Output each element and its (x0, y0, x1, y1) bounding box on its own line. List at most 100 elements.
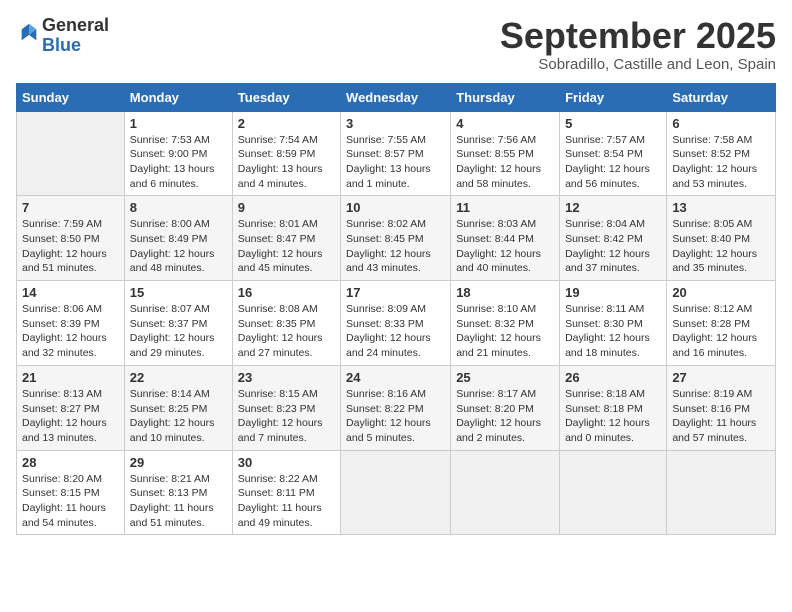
day-number: 10 (346, 200, 445, 215)
day-info: Sunrise: 8:14 AM Sunset: 8:25 PM Dayligh… (130, 387, 227, 446)
day-cell: 5Sunrise: 7:57 AM Sunset: 8:54 PM Daylig… (560, 111, 667, 196)
day-number: 11 (456, 200, 554, 215)
day-number: 9 (238, 200, 335, 215)
header-cell-sunday: Sunday (17, 83, 125, 111)
day-number: 26 (565, 370, 661, 385)
day-info: Sunrise: 8:02 AM Sunset: 8:45 PM Dayligh… (346, 217, 445, 276)
day-cell: 20Sunrise: 8:12 AM Sunset: 8:28 PM Dayli… (667, 281, 776, 366)
day-info: Sunrise: 7:53 AM Sunset: 9:00 PM Dayligh… (130, 133, 227, 192)
day-info: Sunrise: 8:09 AM Sunset: 8:33 PM Dayligh… (346, 302, 445, 361)
day-cell: 13 Sunrise: 8:05 AM Sunset: 8:40 PM Dayli… (667, 196, 776, 281)
day-cell: 10 Sunrise: 8:02 AM Sunset: 8:45 PM Dayli… (341, 196, 451, 281)
header-row: SundayMondayTuesdayWednesdayThursdayFrid… (17, 83, 776, 111)
day-cell: 29Sunrise: 8:21 AM Sunset: 8:13 PM Dayli… (124, 450, 232, 535)
title-area: September 2025 Sobradillo, Castille and … (500, 16, 776, 73)
day-info: Sunrise: 7:54 AM Sunset: 8:59 PM Dayligh… (238, 133, 335, 192)
day-cell: 27Sunrise: 8:19 AM Sunset: 8:16 PM Dayli… (667, 365, 776, 450)
day-number: 21 (22, 370, 119, 385)
day-number: 13 (672, 200, 770, 215)
logo: General Blue (16, 16, 109, 56)
day-number: 5 (565, 116, 661, 131)
day-number: 14 (22, 285, 119, 300)
day-number: 15 (130, 285, 227, 300)
day-cell: 8Sunrise: 8:00 AM Sunset: 8:49 PM Daylig… (124, 196, 232, 281)
day-cell: 2 Sunrise: 7:54 AM Sunset: 8:59 PM Daylig… (232, 111, 340, 196)
day-info: Sunrise: 8:05 AM Sunset: 8:40 PM Dayligh… (672, 217, 770, 276)
day-cell: 24 Sunrise: 8:16 AM Sunset: 8:22 PM Dayli… (341, 365, 451, 450)
day-info: Sunrise: 7:55 AM Sunset: 8:57 PM Dayligh… (346, 133, 445, 192)
day-cell: 25 Sunrise: 8:17 AM Sunset: 8:20 PM Dayli… (451, 365, 560, 450)
day-cell (560, 450, 667, 535)
day-info: Sunrise: 8:12 AM Sunset: 8:28 PM Dayligh… (672, 302, 770, 361)
day-number: 27 (672, 370, 770, 385)
day-info: Sunrise: 8:18 AM Sunset: 8:18 PM Dayligh… (565, 387, 661, 446)
day-cell: 4 Sunrise: 7:56 AM Sunset: 8:55 PM Daylig… (451, 111, 560, 196)
day-info: Sunrise: 8:21 AM Sunset: 8:13 PM Dayligh… (130, 472, 227, 531)
header-cell-tuesday: Tuesday (232, 83, 340, 111)
day-number: 16 (238, 285, 335, 300)
day-number: 12 (565, 200, 661, 215)
day-cell: 17 Sunrise: 8:09 AM Sunset: 8:33 PM Dayli… (341, 281, 451, 366)
day-cell: 21 Sunrise: 8:13 AM Sunset: 8:27 PM Dayli… (17, 365, 125, 450)
day-info: Sunrise: 7:59 AM Sunset: 8:50 PM Dayligh… (22, 217, 119, 276)
day-info: Sunrise: 8:20 AM Sunset: 8:15 PM Dayligh… (22, 472, 119, 531)
day-number: 2 (238, 116, 335, 131)
day-cell: 18 Sunrise: 8:10 AM Sunset: 8:32 PM Dayli… (451, 281, 560, 366)
day-cell: 22Sunrise: 8:14 AM Sunset: 8:25 PM Dayli… (124, 365, 232, 450)
day-cell: 14 Sunrise: 8:06 AM Sunset: 8:39 PM Dayli… (17, 281, 125, 366)
week-row-4: 21 Sunrise: 8:13 AM Sunset: 8:27 PM Dayli… (17, 365, 776, 450)
day-number: 24 (346, 370, 445, 385)
day-cell: 19Sunrise: 8:11 AM Sunset: 8:30 PM Dayli… (560, 281, 667, 366)
day-cell: 28 Sunrise: 8:20 AM Sunset: 8:15 PM Dayli… (17, 450, 125, 535)
week-row-3: 14 Sunrise: 8:06 AM Sunset: 8:39 PM Dayli… (17, 281, 776, 366)
day-cell (341, 450, 451, 535)
subtitle: Sobradillo, Castille and Leon, Spain (500, 56, 776, 73)
week-row-1: 1Sunrise: 7:53 AM Sunset: 9:00 PM Daylig… (17, 111, 776, 196)
day-cell: 15 Sunrise: 8:07 AM Sunset: 8:37 PM Dayli… (124, 281, 232, 366)
day-cell: 1Sunrise: 7:53 AM Sunset: 9:00 PM Daylig… (124, 111, 232, 196)
day-number: 25 (456, 370, 554, 385)
day-cell: 3 Sunrise: 7:55 AM Sunset: 8:57 PM Daylig… (341, 111, 451, 196)
day-info: Sunrise: 8:22 AM Sunset: 8:11 PM Dayligh… (238, 472, 335, 531)
day-number: 7 (22, 200, 119, 215)
day-cell: 9 Sunrise: 8:01 AM Sunset: 8:47 PM Daylig… (232, 196, 340, 281)
day-info: Sunrise: 8:17 AM Sunset: 8:20 PM Dayligh… (456, 387, 554, 446)
header-cell-wednesday: Wednesday (341, 83, 451, 111)
day-cell (17, 111, 125, 196)
day-number: 23 (238, 370, 335, 385)
day-info: Sunrise: 8:15 AM Sunset: 8:23 PM Dayligh… (238, 387, 335, 446)
header-cell-saturday: Saturday (667, 83, 776, 111)
day-info: Sunrise: 8:00 AM Sunset: 8:49 PM Dayligh… (130, 217, 227, 276)
calendar-table: SundayMondayTuesdayWednesdayThursdayFrid… (16, 83, 776, 536)
day-cell: 11 Sunrise: 8:03 AM Sunset: 8:44 PM Dayli… (451, 196, 560, 281)
day-number: 30 (238, 455, 335, 470)
day-info: Sunrise: 8:01 AM Sunset: 8:47 PM Dayligh… (238, 217, 335, 276)
header-cell-friday: Friday (560, 83, 667, 111)
day-cell: 12Sunrise: 8:04 AM Sunset: 8:42 PM Dayli… (560, 196, 667, 281)
day-cell (451, 450, 560, 535)
day-number: 3 (346, 116, 445, 131)
day-info: Sunrise: 8:08 AM Sunset: 8:35 PM Dayligh… (238, 302, 335, 361)
day-info: Sunrise: 8:16 AM Sunset: 8:22 PM Dayligh… (346, 387, 445, 446)
day-number: 18 (456, 285, 554, 300)
header: General Blue September 2025 Sobradillo, … (16, 16, 776, 73)
day-info: Sunrise: 8:07 AM Sunset: 8:37 PM Dayligh… (130, 302, 227, 361)
day-cell (667, 450, 776, 535)
day-number: 6 (672, 116, 770, 131)
day-cell: 23 Sunrise: 8:15 AM Sunset: 8:23 PM Dayli… (232, 365, 340, 450)
day-number: 17 (346, 285, 445, 300)
day-info: Sunrise: 8:06 AM Sunset: 8:39 PM Dayligh… (22, 302, 119, 361)
day-cell: 26 Sunrise: 8:18 AM Sunset: 8:18 PM Dayli… (560, 365, 667, 450)
header-cell-monday: Monday (124, 83, 232, 111)
day-info: Sunrise: 8:10 AM Sunset: 8:32 PM Dayligh… (456, 302, 554, 361)
day-info: Sunrise: 7:56 AM Sunset: 8:55 PM Dayligh… (456, 133, 554, 192)
day-info: Sunrise: 8:11 AM Sunset: 8:30 PM Dayligh… (565, 302, 661, 361)
day-info: Sunrise: 7:58 AM Sunset: 8:52 PM Dayligh… (672, 133, 770, 192)
day-info: Sunrise: 8:03 AM Sunset: 8:44 PM Dayligh… (456, 217, 554, 276)
day-number: 4 (456, 116, 554, 131)
day-info: Sunrise: 8:13 AM Sunset: 8:27 PM Dayligh… (22, 387, 119, 446)
week-row-2: 7 Sunrise: 7:59 AM Sunset: 8:50 PM Daylig… (17, 196, 776, 281)
day-cell: 30 Sunrise: 8:22 AM Sunset: 8:11 PM Dayli… (232, 450, 340, 535)
day-number: 28 (22, 455, 119, 470)
day-cell: 6 Sunrise: 7:58 AM Sunset: 8:52 PM Daylig… (667, 111, 776, 196)
